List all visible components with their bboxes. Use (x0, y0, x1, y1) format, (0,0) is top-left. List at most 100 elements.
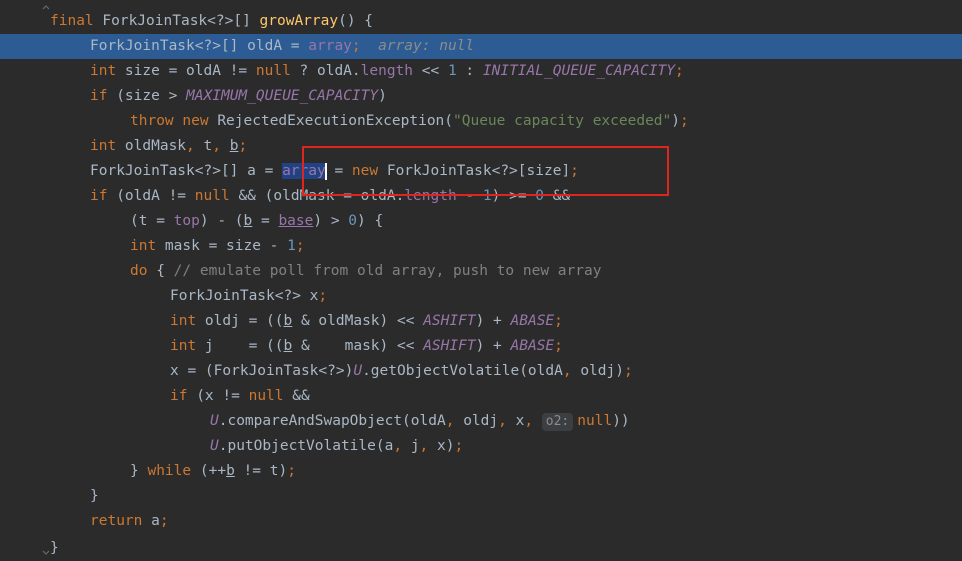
fold-marker-icon[interactable] (42, 0, 50, 10)
code-token: ) > (313, 213, 349, 229)
code-token: (size > (116, 88, 187, 104)
code-token: size = oldA != (124, 63, 256, 79)
code-token: RejectedExecutionException( (217, 113, 454, 129)
code-line-text: final ForkJoinTask<?>[] growArray() { (50, 9, 373, 34)
code-token: if (90, 188, 117, 204)
code-line[interactable]: (t = top) - (b = base) > 0) { (0, 209, 962, 234)
code-line[interactable]: x = (ForkJoinTask<?>)U.getObjectVolatile… (0, 359, 962, 384)
code-line-text: int oldMask, t, b; (90, 134, 247, 159)
code-token: (t = (130, 213, 174, 229)
code-line[interactable]: } (0, 484, 962, 509)
code-token: ; (159, 513, 169, 529)
code-line-text: int j = ((b & mask) << ASHIFT) + ABASE; (170, 334, 563, 359)
code-token: .compareAndSwapObject(oldA (218, 413, 446, 429)
code-token: } (130, 463, 148, 479)
code-token: ; (454, 438, 464, 454)
code-token: 1 (287, 238, 296, 254)
code-token: j = (( (204, 338, 284, 354)
code-token: null (194, 188, 239, 204)
code-token: INITIAL_QUEUE_CAPACITY (482, 63, 675, 79)
code-token: MAXIMUM_QUEUE_CAPACITY (186, 88, 379, 104)
code-token: ) + (475, 338, 511, 354)
code-token: oldj) (580, 363, 624, 379)
code-token: ASHIFT (423, 338, 476, 354)
code-token: , (562, 363, 581, 379)
code-token: x) (437, 438, 455, 454)
parameter-hint: o2: (541, 413, 574, 431)
code-token: 1 (447, 63, 466, 79)
code-line[interactable]: if (x != null && (0, 384, 962, 409)
code-token: t (203, 138, 213, 154)
code-token: () { (338, 13, 374, 29)
code-line[interactable]: do { // emulate poll from old array, pus… (0, 259, 962, 284)
code-token: if (170, 388, 197, 404)
code-token: j (410, 438, 420, 454)
code-token: x (515, 413, 525, 429)
code-editor[interactable]: final ForkJoinTask<?>[] growArray() {For… (0, 0, 962, 556)
code-line-text: return a; (90, 509, 169, 534)
code-token: U (353, 363, 363, 379)
code-token: , (186, 138, 204, 154)
code-line-text: if (size > MAXIMUM_QUEUE_CAPACITY) (90, 84, 387, 109)
code-line[interactable]: } (0, 536, 962, 561)
code-token: final (50, 13, 103, 29)
code-token: U (210, 413, 219, 429)
code-token: oldMask (124, 138, 187, 154)
code-line[interactable]: int size = oldA != null ? oldA.length <<… (0, 59, 962, 84)
code-line[interactable]: ForkJoinTask<?> x; (0, 284, 962, 309)
code-line-text: int size = oldA != null ? oldA.length <<… (90, 59, 684, 84)
code-token: ForkJoinTask<?>[] (102, 13, 260, 29)
code-token: ) { (357, 213, 384, 229)
code-token: ) (378, 88, 387, 104)
code-token: ; (674, 63, 684, 79)
code-line-text: (t = top) - (b = base) > 0) { (130, 209, 383, 234)
code-token: ; (554, 313, 563, 329)
code-token: ; (351, 38, 361, 54)
code-token: ForkJoinTask<?>[] oldA = (90, 38, 309, 54)
code-token: while (147, 463, 200, 479)
code-token: mask = size - (164, 238, 288, 254)
code-token: b (283, 338, 293, 354)
code-token: null (577, 413, 613, 429)
code-line-text: throw new RejectedExecutionException("Qu… (130, 109, 689, 134)
code-line[interactable]: ForkJoinTask<?>[] oldA = array; array: n… (0, 34, 962, 59)
code-token: ; (623, 363, 633, 379)
code-line[interactable]: U.compareAndSwapObject(oldA, oldj, x, o2… (0, 409, 962, 434)
code-token: oldj (463, 413, 499, 429)
code-token: (++ (199, 463, 227, 479)
code-line[interactable]: return a; (0, 509, 962, 534)
code-line[interactable]: U.putObjectVolatile(a, j, x); (0, 434, 962, 459)
code-line-text: x = (ForkJoinTask<?>)U.getObjectVolatile… (170, 359, 633, 384)
code-line[interactable]: int j = ((b & mask) << ASHIFT) + ABASE; (0, 334, 962, 359)
code-line[interactable]: int oldj = ((b & oldMask) << ASHIFT) + A… (0, 309, 962, 334)
code-line-text: ForkJoinTask<?> x; (170, 284, 327, 309)
code-token: } (50, 540, 59, 556)
code-line[interactable]: throw new RejectedExecutionException("Qu… (0, 109, 962, 134)
code-token: ASHIFT (423, 313, 476, 329)
code-token: { (156, 263, 174, 279)
code-token: ; (287, 463, 296, 479)
code-token: , (445, 413, 464, 429)
code-token: "Queue capacity exceeded" (453, 113, 672, 129)
inline-debug-value: array: null (360, 38, 475, 54)
code-line-text: U.putObjectVolatile(a, j, x); (210, 434, 463, 459)
code-line[interactable]: final ForkJoinTask<?>[] growArray() { (0, 9, 962, 34)
code-token: ForkJoinTask<?> x (170, 288, 319, 304)
code-line[interactable]: int mask = size - 1; (0, 234, 962, 259)
code-token: int (130, 238, 165, 254)
code-token: (x != (196, 388, 249, 404)
code-token: array (308, 38, 352, 54)
code-line-text: } while (++b != t); (130, 459, 296, 484)
code-token: & mask) << (292, 338, 424, 354)
code-line[interactable]: } while (++b != t); (0, 459, 962, 484)
code-line-text: U.compareAndSwapObject(oldA, oldj, x, o2… (210, 409, 630, 434)
code-token: ) (671, 113, 680, 129)
code-token: int (170, 313, 205, 329)
code-token: , (498, 413, 516, 429)
code-token: b (226, 463, 235, 479)
code-line[interactable]: if (size > MAXIMUM_QUEUE_CAPACITY) (0, 84, 962, 109)
code-token: b (283, 313, 293, 329)
code-token: b (243, 213, 253, 229)
code-token: top (173, 213, 200, 229)
code-line-text: } (90, 484, 99, 509)
